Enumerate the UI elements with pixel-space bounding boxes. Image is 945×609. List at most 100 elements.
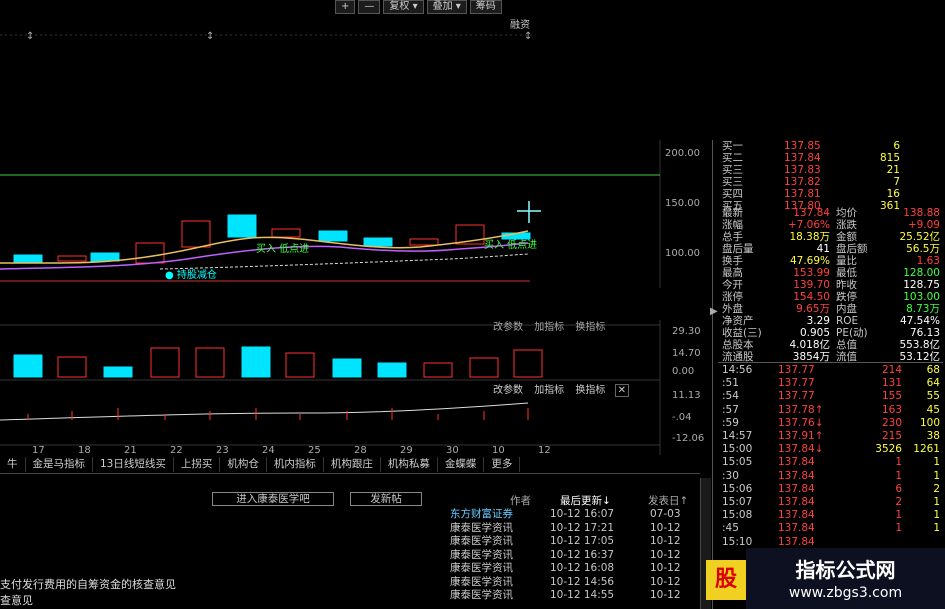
candle xyxy=(135,242,165,264)
indicator-tab[interactable]: 牛 xyxy=(0,457,26,472)
macd-tick-1: 11.13 xyxy=(672,390,701,401)
tick-volume: 1 xyxy=(895,522,902,535)
indicator-tab[interactable]: 金蝶蝶 xyxy=(438,457,485,472)
tick-price: 137.77 xyxy=(778,390,815,403)
stat-label: 换手 xyxy=(722,255,743,267)
indicator-tab[interactable]: 13日线短线买 xyxy=(93,457,174,472)
x-tick-label: 21 xyxy=(124,445,137,456)
volume-bar xyxy=(332,358,362,378)
stat-label-2: 涨跌 xyxy=(836,219,857,231)
tick-price: 137.78↑ xyxy=(778,403,824,416)
stat-row: 换手 47.69% 量比 1.63 xyxy=(722,255,942,267)
stat-row: 总股本 4.018亿 总值 553.8亿 xyxy=(722,339,942,351)
bid-label: 买四 xyxy=(722,188,743,200)
news-row[interactable]: 东方财富证券 10-12 16:07 07-03 xyxy=(450,508,700,521)
tick-time: 15:06 xyxy=(722,482,753,495)
stat-label: 盘后量 xyxy=(722,243,754,255)
stat-row: 外盘 9.65万 内盘 8.73万 xyxy=(722,303,942,315)
watermark-url: www.zbgs3.com xyxy=(788,585,903,601)
stat-row: 涨停 154.50 跌停 103.00 xyxy=(722,291,942,303)
post-date-col-header[interactable]: 发表日↑ xyxy=(648,493,688,508)
indicator-tab[interactable]: 机内指标 xyxy=(267,457,324,472)
news-row[interactable]: 康泰医学资讯 10-12 16:37 10-12 xyxy=(450,549,700,562)
vol-switch-button[interactable]: 换指标 xyxy=(575,322,605,333)
stat-label: 净资产 xyxy=(722,315,754,327)
bid-row: 买四 137.81 16 xyxy=(722,188,942,200)
stat-row: 最新 137.84 均价 138.88 xyxy=(722,207,942,219)
news-row[interactable]: 康泰医学资讯 10-12 14:56 10-12 xyxy=(450,576,700,589)
news-author: 康泰医学资讯 xyxy=(450,521,513,534)
news-row[interactable]: 康泰医学资讯 10-12 14:55 10-12 xyxy=(450,589,700,602)
stat-value: 4.018亿 xyxy=(789,339,830,351)
bid-price: 137.84 xyxy=(784,152,821,164)
zoom-in-button[interactable]: + xyxy=(335,0,356,14)
bid-row: 买二 137.84 815 xyxy=(722,152,942,164)
svg-text:↕: ↕ xyxy=(26,31,34,42)
tick-time: :51 xyxy=(722,377,739,390)
tick-volume: 163 xyxy=(881,403,902,416)
news-title-2[interactable]: 查意见 xyxy=(0,592,33,608)
zoom-out-button[interactable]: — xyxy=(358,0,381,14)
stat-value-2: 47.54% xyxy=(899,315,940,327)
author-col-header[interactable]: 作者 xyxy=(510,493,531,508)
indicator-tab[interactable]: 机构跟庄 xyxy=(324,457,381,472)
vol-params-button[interactable]: 改参数 xyxy=(493,322,523,333)
indicator-tab[interactable]: 更多 xyxy=(484,457,521,472)
new-post-button[interactable]: 发新帖 xyxy=(350,492,422,506)
x-tick-label: 29 xyxy=(400,445,413,456)
vol-panel-controls: 改参数 加指标 换指标 xyxy=(493,318,605,333)
mask-block-right xyxy=(595,288,695,318)
volume-bar xyxy=(241,346,271,378)
indicator-tab[interactable]: 机构仓 xyxy=(220,457,267,472)
tick-time: 15:07 xyxy=(722,496,753,508)
diejia-dropdown[interactable]: 叠加 ▾ xyxy=(426,0,467,14)
stat-label: 外盘 xyxy=(722,303,743,315)
news-row[interactable]: 康泰医学资讯 10-12 17:05 10-12 xyxy=(450,535,700,548)
tick-row: 14:57 137.91↑ 215 38 xyxy=(722,430,942,443)
news-title-1[interactable]: 支付发行费用的自筹资金的核查意见 xyxy=(0,576,176,592)
news-author: 东方财富证券 xyxy=(450,508,513,520)
tick-row: :54 137.77 155 55 xyxy=(722,390,942,403)
volume-bar xyxy=(195,347,225,378)
news-date: 10-12 xyxy=(650,521,681,534)
watermark-brand: 指标公式网 xyxy=(795,558,896,582)
macd-add-button[interactable]: 加指标 xyxy=(534,385,564,396)
indicator-tab[interactable]: 机构私募 xyxy=(381,457,438,472)
news-date: 10-12 xyxy=(650,562,681,574)
macd-params-button[interactable]: 改参数 xyxy=(493,385,523,396)
tick-row: :51 137.77 131 64 xyxy=(722,377,942,390)
close-panel-icon[interactable]: ✕ xyxy=(614,384,629,397)
news-date: 10-12 xyxy=(650,548,681,561)
vol-add-button[interactable]: 加指标 xyxy=(534,322,564,333)
candle xyxy=(318,230,348,242)
tick-price: 137.84 xyxy=(778,496,815,508)
candle xyxy=(57,255,87,262)
bid-label: 买三 xyxy=(722,176,743,188)
volume-bar xyxy=(150,347,180,378)
indicator-tabs: 牛金是马指标 13日线短线买 上拐买 机构仓 机内指标 机构跟庄 机构私募 金蝶蝶 更多 xyxy=(0,457,700,472)
bid-price: 137.81 xyxy=(784,188,821,200)
indicator-tab[interactable]: 上拐买 xyxy=(174,457,221,472)
news-date: 10-12 xyxy=(650,535,681,547)
bid-price: 137.85 xyxy=(784,140,821,152)
fuquan-dropdown[interactable]: 复权 ▾ xyxy=(383,0,424,14)
candle xyxy=(363,237,393,247)
stat-value-2: 128.00 xyxy=(903,267,940,279)
stat-label-2: 总值 xyxy=(836,339,857,351)
enter-bar-button[interactable]: 进入康泰医学吧 xyxy=(212,492,334,506)
stat-value-2: 138.88 xyxy=(903,207,940,219)
tick-time: 14:57 xyxy=(722,430,753,442)
x-tick-label: 30 xyxy=(446,445,459,456)
stat-value: 137.84 xyxy=(793,207,830,219)
news-row[interactable]: 康泰医学资讯 10-12 17:21 10-12 xyxy=(450,522,700,535)
stat-label-2: 跌停 xyxy=(836,291,857,303)
choumao-button[interactable]: 筹码 xyxy=(469,0,502,14)
news-author: 康泰医学资讯 xyxy=(450,535,513,547)
collapse-arrow-icon[interactable]: ▶ xyxy=(710,306,718,317)
volume-bar xyxy=(13,354,43,378)
stat-value-2: 553.8亿 xyxy=(899,339,940,351)
news-row[interactable]: 康泰医学资讯 10-12 16:08 10-12 xyxy=(450,562,700,575)
macd-switch-button[interactable]: 换指标 xyxy=(575,385,605,396)
indicator-tab[interactable]: 金是马指标 xyxy=(26,457,93,472)
last-update-col-header[interactable]: 最后更新↓ xyxy=(560,493,611,508)
